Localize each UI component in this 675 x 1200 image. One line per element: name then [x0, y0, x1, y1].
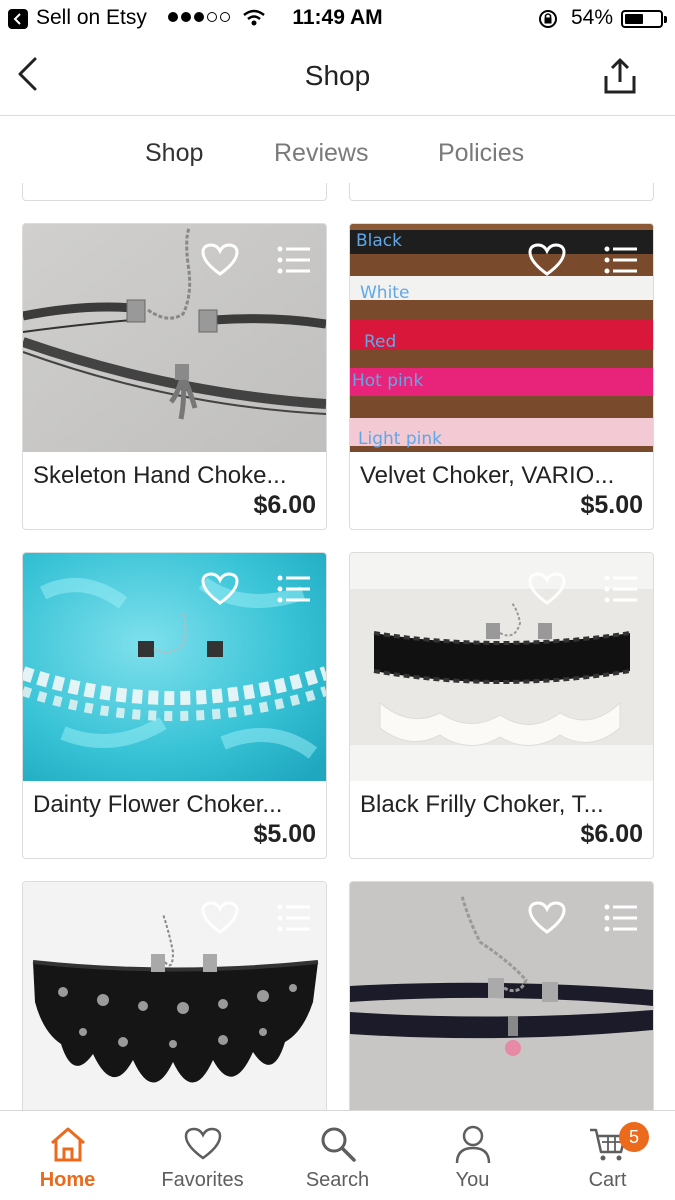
- search-icon: [321, 1127, 356, 1162]
- nav-bar: Shop: [0, 38, 675, 116]
- share-icon: [604, 58, 636, 94]
- listing-card-cropped[interactable]: [22, 183, 327, 201]
- battery-icon: [621, 10, 667, 28]
- listing-price: $6.00: [580, 820, 643, 848]
- heart-icon: [528, 243, 566, 276]
- list-icon: [604, 575, 637, 603]
- tab-favorites-label: Favorites: [161, 1169, 244, 1191]
- velvet-label-red: Red: [364, 332, 396, 352]
- velvet-label-black: Black: [356, 231, 402, 251]
- listing-card[interactable]: Skeleton Hand Choke... $6.00: [22, 223, 327, 530]
- add-to-list-button[interactable]: [274, 242, 314, 278]
- list-icon: [277, 904, 310, 932]
- share-button[interactable]: [598, 54, 642, 98]
- battery-percent: 54%: [571, 6, 614, 29]
- cart-count-badge: 5: [619, 1122, 649, 1152]
- add-to-list-button[interactable]: [601, 242, 641, 278]
- listing-title[interactable]: Dainty Flower Choker...: [33, 791, 318, 819]
- velvet-label-white: White: [360, 283, 409, 303]
- tab-cart-label: Cart: [588, 1169, 627, 1191]
- bottom-tab-bar: Home Favorites Search You Cart: [0, 1110, 675, 1200]
- listing-image-skeleton-hand-choker[interactable]: [23, 224, 326, 452]
- listing-card[interactable]: Black White Red Hot pink Light pink Velv…: [349, 223, 654, 530]
- status-bar: Sell on Etsy 11:49 AM 54%: [0, 0, 675, 38]
- listing-price: $6.00: [253, 491, 316, 519]
- heart-icon: [201, 901, 239, 934]
- listing-title[interactable]: Black Frilly Choker, T...: [360, 791, 645, 819]
- person-icon: [455, 1125, 490, 1164]
- listing-card[interactable]: Black Frilly Choker, T... $6.00: [349, 552, 654, 859]
- tab-policies[interactable]: Policies: [438, 139, 524, 168]
- tab-home-label: Home: [39, 1169, 96, 1191]
- tab-cart[interactable]: Cart: [540, 1111, 675, 1200]
- favorite-button[interactable]: [200, 571, 240, 607]
- listing-image-frilly-choker[interactable]: [350, 553, 653, 781]
- velvet-label-hot-pink: Hot pink: [352, 371, 424, 391]
- tab-reviews[interactable]: Reviews: [274, 139, 368, 168]
- rotation-lock-icon: [537, 8, 559, 36]
- tab-favorites[interactable]: Favorites: [135, 1111, 270, 1200]
- favorite-button[interactable]: [527, 900, 567, 936]
- listing-card[interactable]: Dainty Flower Choker... $5.00: [22, 552, 327, 859]
- favorite-button[interactable]: [200, 242, 240, 278]
- heart-icon: [528, 572, 566, 605]
- listing-title[interactable]: Skeleton Hand Choke...: [33, 462, 318, 490]
- tab-search[interactable]: Search: [270, 1111, 405, 1200]
- listing-image-velvet-choker[interactable]: Black White Red Hot pink Light pink: [350, 224, 653, 452]
- add-to-list-button[interactable]: [601, 571, 641, 607]
- heart-icon: [528, 901, 566, 934]
- tab-you-label: You: [455, 1169, 490, 1191]
- listing-image-flower-choker[interactable]: [23, 553, 326, 781]
- add-to-list-button[interactable]: [274, 900, 314, 936]
- heart-icon: [201, 572, 239, 605]
- listing-image-lace-choker[interactable]: [23, 882, 326, 1110]
- tab-shop[interactable]: Shop: [145, 139, 203, 168]
- listing-card-cropped[interactable]: [349, 183, 654, 201]
- heart-icon: [184, 1127, 221, 1160]
- home-icon: [50, 1127, 85, 1162]
- favorite-button[interactable]: [200, 900, 240, 936]
- favorite-button[interactable]: [527, 571, 567, 607]
- tab-home[interactable]: Home: [0, 1111, 135, 1200]
- add-to-list-button[interactable]: [274, 571, 314, 607]
- favorite-button[interactable]: [527, 242, 567, 278]
- listing-price: $5.00: [580, 491, 643, 519]
- listing-title[interactable]: Velvet Choker, VARIO...: [360, 462, 645, 490]
- tab-search-label: Search: [305, 1169, 370, 1191]
- list-icon: [277, 246, 310, 274]
- list-icon: [604, 246, 637, 274]
- page-title: Shop: [304, 60, 371, 91]
- listing-image-velvet-bead-choker[interactable]: [350, 882, 653, 1110]
- tab-you[interactable]: You: [405, 1111, 540, 1200]
- list-icon: [277, 575, 310, 603]
- velvet-label-light-pink: Light pink: [358, 429, 442, 449]
- heart-icon: [201, 243, 239, 276]
- listing-price: $5.00: [253, 820, 316, 848]
- list-icon: [604, 904, 637, 932]
- add-to-list-button[interactable]: [601, 900, 641, 936]
